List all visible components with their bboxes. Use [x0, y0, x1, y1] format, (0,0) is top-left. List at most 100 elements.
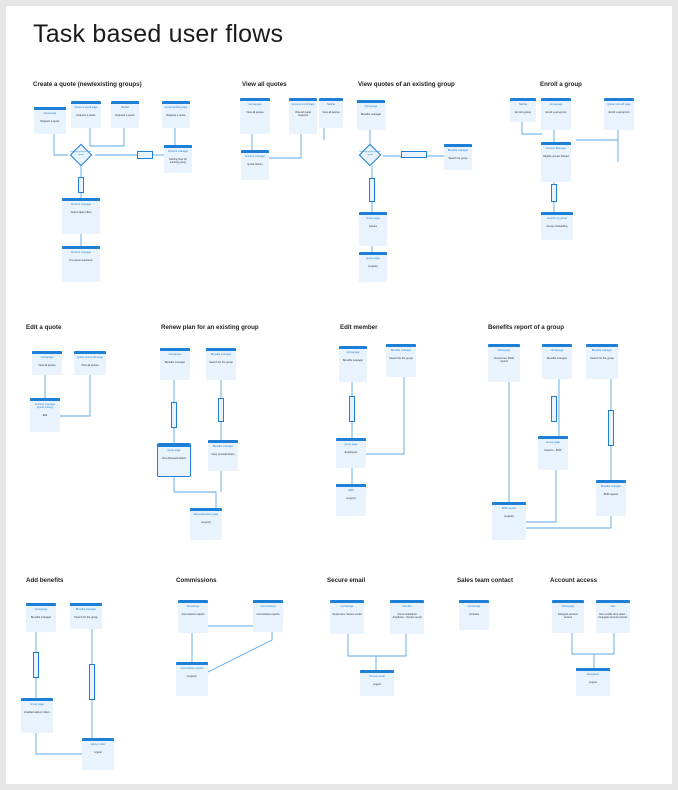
- flow-card: Launch my group Group onboarding: [541, 212, 573, 240]
- flow-card: Group page Reports - BOR: [538, 436, 568, 470]
- flow-title: Account access: [550, 577, 598, 584]
- card-body: View renewal letters: [211, 453, 235, 456]
- card-header: Homepage: [346, 351, 360, 354]
- card-body: Request a quote: [40, 120, 60, 123]
- flow-title: Sales team contact: [457, 577, 514, 584]
- flow-card: Homepage Resources: BOR reports: [488, 344, 520, 382]
- card-body: BOR reports: [603, 493, 619, 496]
- card-body: Group onboarding: [546, 225, 568, 228]
- flow-card: Account manager (quote history) Edit: [30, 398, 60, 432]
- card-header: Homepage: [43, 112, 57, 115]
- card-body: Enroll a group: [514, 111, 532, 114]
- flow-card: Benefits manager Search for group: [444, 144, 472, 170]
- card-header: Account manager: [70, 251, 92, 254]
- card-body: (Logout): [504, 515, 514, 518]
- flow-card: Group landing page Request a quote: [162, 101, 190, 128]
- card-header: Navbar: [326, 103, 336, 106]
- card-header: Account manager: [70, 203, 92, 206]
- flow-card: Homepage Benefits manager: [542, 344, 572, 379]
- card-header: Quote and enroll page: [77, 356, 103, 359]
- card-header: Homepage: [186, 605, 200, 608]
- card-body: Eligible groups filtered: [543, 155, 569, 158]
- card-header: Navbar: [518, 103, 528, 106]
- card-body: Commission reports: [181, 613, 205, 616]
- flow-card: Group page Quotes: [359, 212, 387, 246]
- flow-card: Account manager Select sales office: [62, 198, 100, 234]
- flow-card: Homepage Request a quote: [34, 107, 66, 134]
- flow-card: Add-on rider Logout: [82, 738, 114, 770]
- card-header: Account manager: [244, 155, 266, 158]
- flow-title: Benefits report of a group: [488, 324, 564, 331]
- flow-card: Homepage View all quotes: [240, 98, 270, 134]
- flow-title: Renew plan for an existing group: [161, 324, 259, 331]
- card-body: Select sales office: [70, 211, 92, 214]
- card-body: (Logout): [201, 521, 211, 524]
- card-header: Launch my group: [546, 217, 568, 220]
- flow-card: Homepage Benefits manager: [26, 603, 56, 632]
- card-header: Delegation: [586, 673, 600, 676]
- card-header: Homepage: [467, 605, 481, 608]
- card-body: View all quotes: [81, 364, 99, 367]
- card-header: Homepage: [34, 608, 48, 611]
- flow-card: Homepage Commission reports: [178, 600, 208, 633]
- flow-card: Account manager Quote history: [241, 150, 269, 180]
- card-header: Add-on rider: [90, 743, 106, 746]
- card-body: Search for the group: [209, 361, 233, 364]
- card-header: Homepage: [40, 356, 54, 359]
- card-header: Homepage: [561, 605, 575, 608]
- card-body: Resources: BOR reports: [494, 357, 514, 363]
- flow-card: BOR reports (Logout): [492, 502, 526, 540]
- card-header: Account Manager: [545, 147, 567, 150]
- flow-card: Account manager Pre-quote questions: [62, 246, 100, 282]
- decision-label: Existing group or new group: [359, 151, 381, 156]
- card-body: Benefits manager: [30, 616, 52, 619]
- flow-title: Create a quote (new/existing groups): [33, 81, 142, 88]
- card-header: Homepage: [497, 349, 511, 352]
- flow-card: HRIS (Logout): [336, 484, 366, 516]
- connector-tag: [608, 410, 614, 446]
- card-header: HRIS: [347, 489, 355, 492]
- card-body: Logout: [589, 681, 597, 684]
- card-header: Renewal letters page: [193, 513, 219, 516]
- flow-card: Benefits manager Search for the group: [386, 344, 416, 377]
- card-body: Delegate account access: [557, 613, 579, 619]
- card-body: View all quote requests: [294, 111, 312, 117]
- card-body: View all quotes: [246, 111, 264, 114]
- card-header: Commission reports: [180, 667, 204, 670]
- card-body: Enabled add-on riders: [24, 711, 50, 714]
- flow-card: Benefits manager View renewal letters: [208, 440, 238, 471]
- card-body: Benefits manager: [342, 359, 364, 362]
- flow-title: Edit member: [340, 324, 378, 331]
- flow-title: Commissions: [176, 577, 217, 584]
- flow-card: Homepage Benefits manager: [339, 346, 367, 382]
- flow-card: Benefits manager Search for the group: [206, 348, 236, 380]
- card-body: Edit: [42, 414, 48, 417]
- card-header: Homepage: [364, 105, 378, 108]
- flow-card: Group page Enabled add-on riders: [21, 698, 53, 733]
- flow-card: Navbar Enroll a group: [510, 98, 536, 122]
- card-header: Benefits manager: [75, 608, 97, 611]
- connector-tag: [171, 402, 177, 428]
- connector-tag: [551, 396, 557, 422]
- flow-title: View quotes of an existing group: [358, 81, 455, 88]
- flow-title: Enroll a group: [540, 81, 582, 88]
- card-body: Request a quote: [115, 114, 135, 117]
- flow-card: Quote & Enroll page Enroll a group link: [604, 98, 634, 130]
- flow-card: Navbar Request a quote: [111, 101, 139, 128]
- flow-card: Nav User profile drop down - Delegate acc…: [596, 600, 630, 633]
- canvas: Task based user flows Create a quote (ne…: [6, 6, 672, 784]
- card-body: Starting flow for existing group: [168, 158, 188, 164]
- card-body: User profile drop down - Delegate accoun…: [598, 613, 628, 619]
- card-body: Request a quote: [76, 114, 96, 117]
- connector-tag: [33, 652, 39, 678]
- flow-title: Edit a quote: [26, 324, 62, 331]
- flow-card: group page Employees: [336, 438, 366, 468]
- flow-card: Homepage Enroll a group link: [541, 98, 571, 130]
- card-header: Nav: [610, 605, 616, 608]
- card-header: Commissions: [260, 605, 276, 608]
- card-body: (Logout): [346, 497, 356, 500]
- card-body: Resources: Secure email: [332, 613, 362, 616]
- card-body: Benefits manager: [546, 357, 568, 360]
- flow-card: Homepage Resources: Secure email: [330, 600, 364, 634]
- card-header: Account manager: [167, 150, 189, 153]
